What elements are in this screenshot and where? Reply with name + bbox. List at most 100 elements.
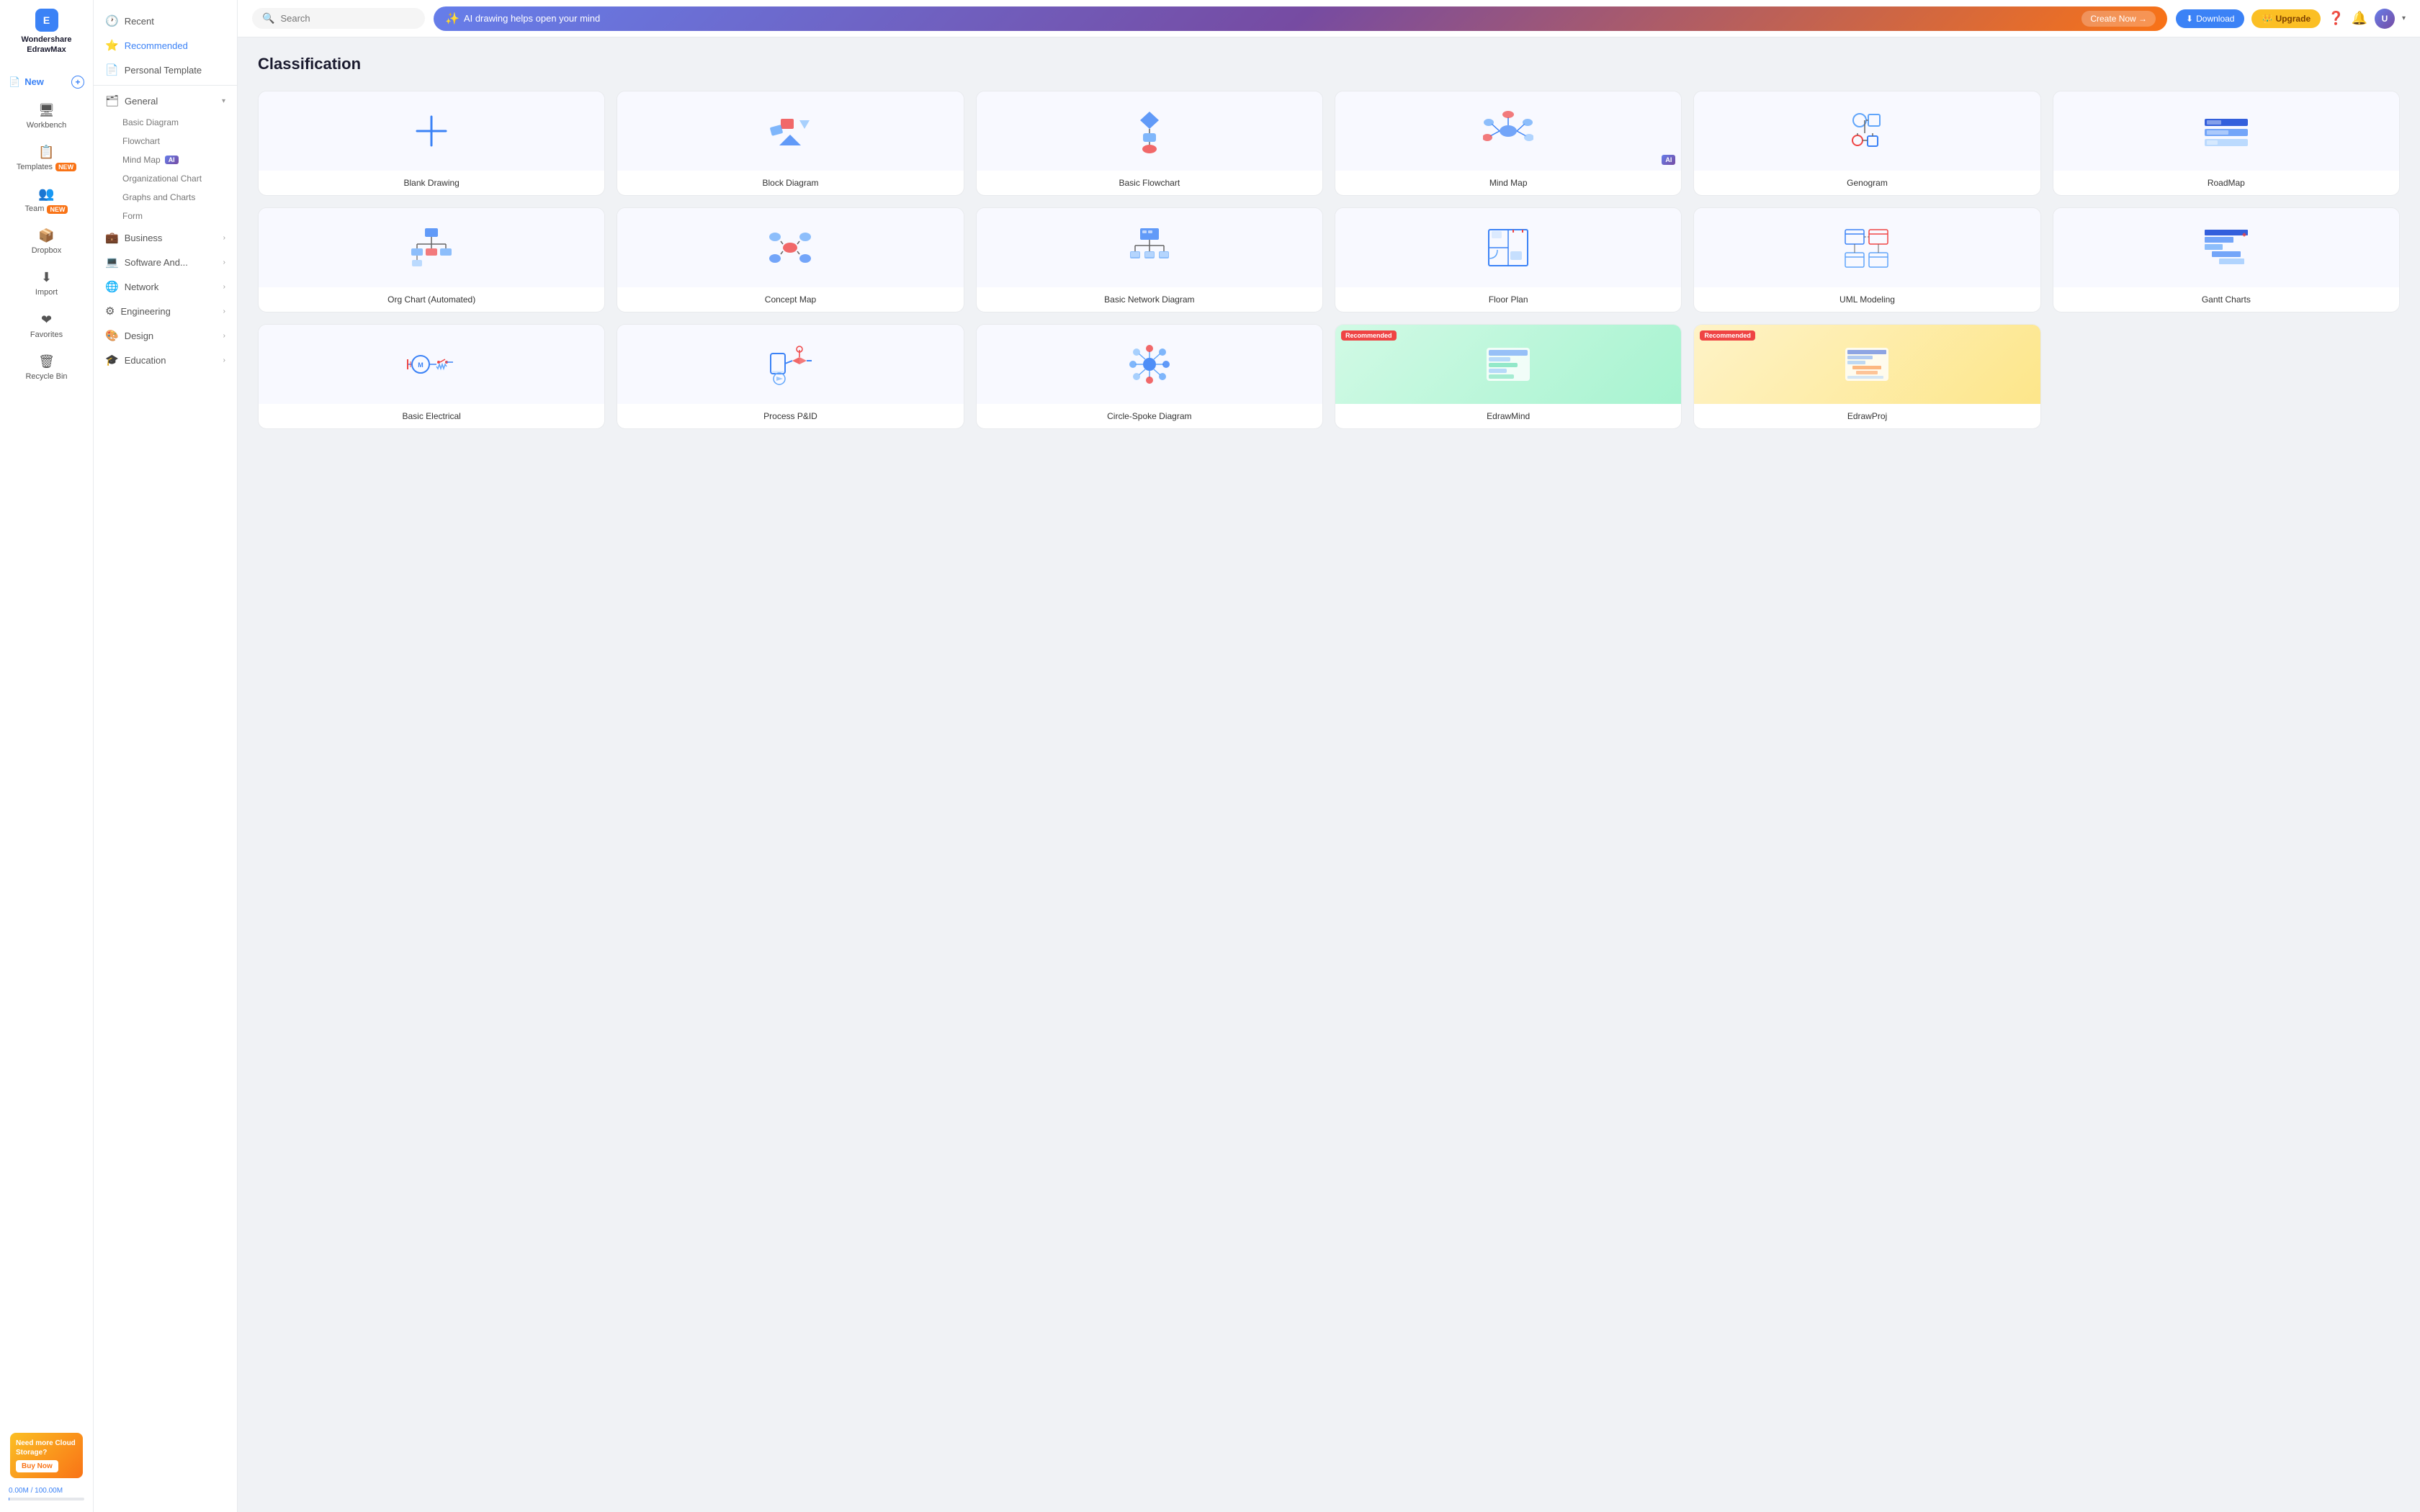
new-icon: 📄: [9, 76, 20, 88]
nav-item-templates[interactable]: 📋 Templates NEW: [0, 139, 93, 178]
template-preview-roadmap: [2053, 91, 2399, 171]
cat-sub-graphs[interactable]: Graphs and Charts: [94, 188, 237, 207]
cat-item-education[interactable]: 🎓 Education ›: [94, 348, 237, 372]
template-label-roadmap: RoadMap: [2053, 171, 2399, 195]
page-title: Classification: [258, 55, 2400, 73]
cat-sub-orgchart[interactable]: Organizational Chart: [94, 169, 237, 188]
template-label-edrawmind: EdrawMind: [1335, 404, 1681, 428]
search-input[interactable]: [280, 13, 415, 24]
general-icon: 🗂: [105, 94, 119, 107]
cat-item-network[interactable]: 🌐 Network ›: [94, 274, 237, 299]
template-card-pid[interactable]: Process P&ID: [617, 324, 964, 429]
template-card-electrical[interactable]: M B: [258, 324, 605, 429]
edrawmind-svg: [1483, 339, 1533, 390]
templates-badge: NEW: [55, 163, 76, 171]
new-plus-icon[interactable]: +: [71, 76, 84, 89]
cat-item-software[interactable]: 💻 Software And... ›: [94, 250, 237, 274]
download-button[interactable]: ⬇ Download: [2176, 9, 2244, 28]
template-preview-gantt: [2053, 208, 2399, 287]
cat-item-recent[interactable]: 🕐 Recent: [94, 9, 237, 33]
template-card-mindmap[interactable]: AI Mind Map: [1335, 91, 1682, 196]
dropbox-icon: 📦: [38, 228, 54, 243]
template-label-electrical: Basic Electrical: [259, 404, 604, 428]
general-arrow: ▾: [222, 97, 225, 105]
template-card-floorplan[interactable]: Floor Plan: [1335, 207, 1682, 312]
mindmap-ai-badge: AI: [165, 156, 179, 164]
cat-sub-form[interactable]: Form: [94, 207, 237, 225]
network-arrow: ›: [223, 283, 225, 291]
template-card-block[interactable]: Block Diagram: [617, 91, 964, 196]
circle-svg: [1124, 339, 1175, 390]
avatar-chevron[interactable]: ▾: [2402, 14, 2406, 22]
template-card-genogram[interactable]: Genogram: [1693, 91, 2040, 196]
pid-svg: [765, 339, 815, 390]
template-label-network: Basic Network Diagram: [977, 287, 1322, 312]
nav-item-new[interactable]: 📄 New +: [0, 70, 93, 94]
general-label: General: [125, 96, 216, 107]
import-icon: ⬇: [41, 270, 52, 285]
app-logo: E WondershareEdrawMax: [15, 9, 77, 55]
education-icon: 🎓: [105, 354, 119, 366]
template-card-flowchart[interactable]: Basic Flowchart: [976, 91, 1323, 196]
template-card-blank[interactable]: Blank Drawing: [258, 91, 605, 196]
nav-item-import[interactable]: ⬇ Import: [0, 264, 93, 303]
cat-sub-mindmap[interactable]: Mind Map AI: [94, 150, 237, 169]
cloud-promo-buy-button[interactable]: Buy Now: [16, 1460, 58, 1472]
search-bar[interactable]: 🔍: [252, 8, 425, 29]
cat-item-personal[interactable]: 📄 Personal Template: [94, 58, 237, 82]
nav-item-workbench[interactable]: 🖥 Workbench: [0, 97, 93, 136]
software-icon: 💻: [105, 256, 119, 269]
floorplan-svg: [1483, 222, 1533, 273]
block-svg: [765, 106, 815, 156]
nav-item-team[interactable]: 👥 Team NEW: [0, 181, 93, 220]
software-arrow: ›: [223, 258, 225, 266]
ai-banner-create-button[interactable]: Create Now →: [2081, 11, 2156, 27]
template-preview-blank: [259, 91, 604, 171]
templates-row: Templates NEW: [17, 163, 76, 172]
concept-svg: [765, 222, 815, 273]
cat-sub-basic-diagram[interactable]: Basic Diagram: [94, 113, 237, 132]
network-label: Network: [125, 282, 218, 292]
cat-item-general[interactable]: 🗂 General ▾: [94, 89, 237, 113]
ai-banner[interactable]: ✨ AI drawing helps open your mind Create…: [434, 6, 2167, 31]
template-card-orgchart[interactable]: Org Chart (Automated): [258, 207, 605, 312]
cloud-promo[interactable]: Need more Cloud Storage? Buy Now: [10, 1433, 83, 1478]
avatar[interactable]: U: [2375, 9, 2395, 29]
template-card-edrawmind[interactable]: Recommended EdrawMind: [1335, 324, 1682, 429]
cat-item-recommended[interactable]: ⭐ Recommended: [94, 33, 237, 58]
ai-banner-content: ✨ AI drawing helps open your mind: [445, 12, 600, 26]
cat-item-engineering[interactable]: ⚙ Engineering ›: [94, 299, 237, 323]
template-card-edrawproj[interactable]: Recommended EdrawProj: [1693, 324, 2040, 429]
upgrade-icon: 👑: [2262, 14, 2272, 24]
team-label: Team: [25, 204, 45, 214]
recommended-icon: ⭐: [105, 39, 119, 52]
team-row: Team NEW: [25, 204, 68, 214]
help-icon[interactable]: ❓: [2328, 11, 2344, 26]
notification-icon[interactable]: 🔔: [2352, 11, 2367, 26]
nav-item-favorites[interactable]: ❤ Favorites: [0, 307, 93, 346]
template-card-gantt[interactable]: Gantt Charts: [2053, 207, 2400, 312]
template-preview-orgchart: [259, 208, 604, 287]
engineering-icon: ⚙: [105, 305, 115, 318]
cloud-promo-title: Need more Cloud Storage?: [16, 1439, 77, 1457]
template-card-roadmap[interactable]: RoadMap: [2053, 91, 2400, 196]
education-label: Education: [125, 355, 218, 366]
template-card-circle[interactable]: Circle-Spoke Diagram: [976, 324, 1323, 429]
template-card-network[interactable]: Basic Network Diagram: [976, 207, 1323, 312]
content-area: Classification Blank Drawing: [238, 37, 2420, 1512]
workbench-icon: 🖥: [38, 103, 55, 118]
upgrade-button[interactable]: 👑 Upgrade: [2251, 9, 2321, 28]
cat-sub-flowchart[interactable]: Flowchart: [94, 132, 237, 150]
design-label: Design: [125, 330, 218, 341]
template-card-concept[interactable]: Concept Map: [617, 207, 964, 312]
template-preview-concept: [617, 208, 963, 287]
network-svg: [1124, 222, 1175, 273]
download-icon: ⬇: [2186, 14, 2193, 24]
cat-item-business[interactable]: 💼 Business ›: [94, 225, 237, 250]
cat-item-design[interactable]: 🎨 Design ›: [94, 323, 237, 348]
recommended-label: Recommended: [125, 40, 225, 51]
template-card-uml[interactable]: UML Modeling: [1693, 207, 2040, 312]
nav-item-recycle[interactable]: 🗑 Recycle Bin: [0, 348, 93, 387]
nav-item-dropbox[interactable]: 📦 Dropbox: [0, 222, 93, 261]
template-label-concept: Concept Map: [617, 287, 963, 312]
